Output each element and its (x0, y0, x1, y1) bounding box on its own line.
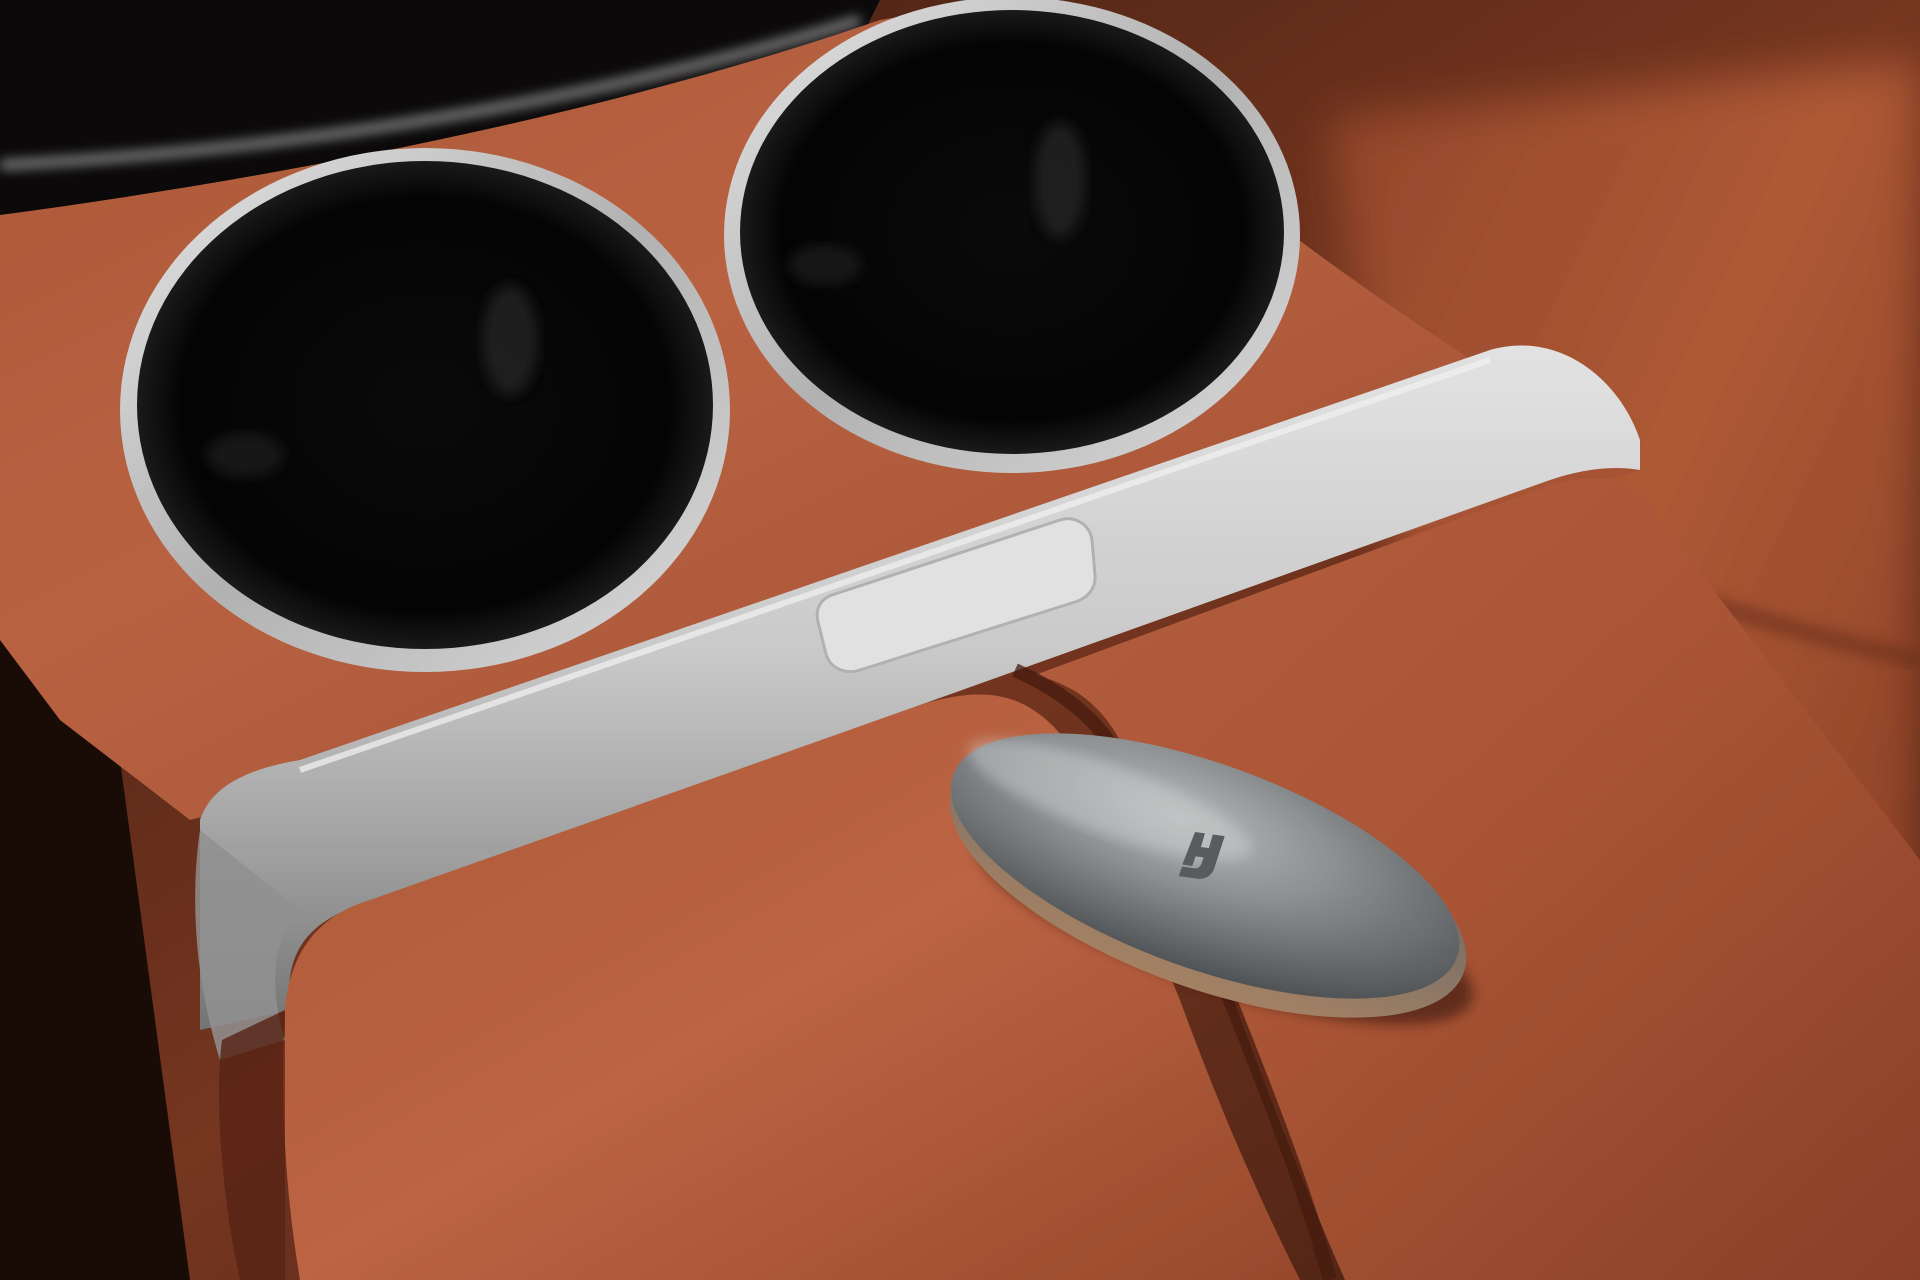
vignette-overlay (0, 0, 1920, 1280)
photo-scene (0, 0, 1920, 1280)
scene-illustration (0, 0, 1920, 1280)
